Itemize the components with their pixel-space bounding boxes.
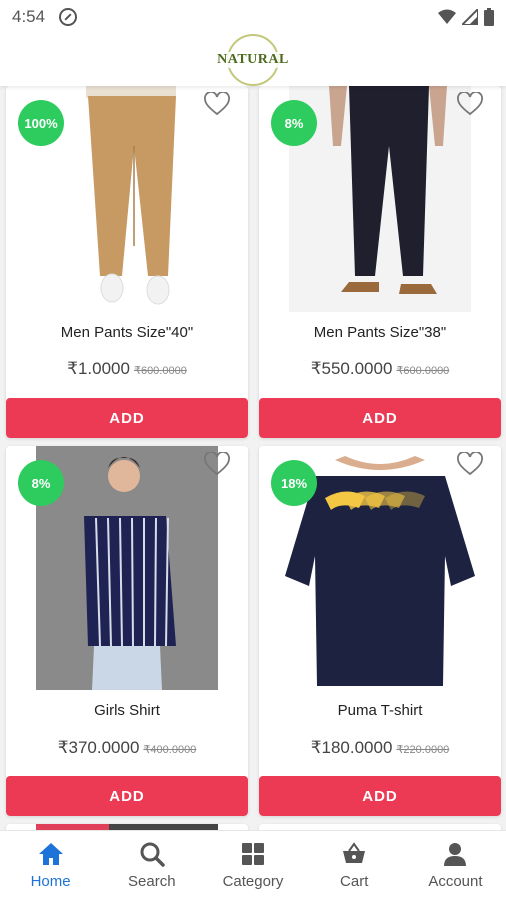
add-button[interactable]: ADD: [6, 398, 248, 438]
discount-badge: 18%: [271, 460, 317, 506]
product-title[interactable]: Puma T-shirt: [259, 702, 501, 719]
cart-icon: [343, 842, 366, 863]
search-icon: [140, 842, 165, 867]
product-mrp: ₹220.0000: [396, 744, 450, 756]
signal-icon: [462, 9, 478, 25]
wifi-icon: [438, 9, 456, 24]
nav-account[interactable]: Account: [405, 831, 506, 900]
nav-cart[interactable]: Cart: [304, 831, 405, 900]
home-icon: [38, 843, 63, 865]
product-price: ₹180.0000: [310, 738, 393, 757]
nav-category[interactable]: Category: [202, 831, 303, 900]
product-prices: ₹1.0000 ₹600.0000: [6, 359, 248, 379]
nav-label: Home: [30, 873, 71, 890]
account-icon: [444, 843, 467, 866]
product-price: ₹370.0000: [57, 738, 140, 757]
product-title[interactable]: Men Pants Size"40": [6, 324, 248, 341]
product-title[interactable]: Girls Shirt: [6, 702, 248, 719]
nav-search[interactable]: Search: [101, 831, 202, 900]
nav-label: Cart: [340, 873, 369, 890]
discount-badge: 8%: [271, 100, 317, 146]
status-icons: [438, 8, 494, 26]
nav-home[interactable]: Home: [0, 831, 101, 900]
product-prices: ₹370.0000 ₹400.0000: [6, 738, 248, 758]
category-icon: [242, 843, 264, 865]
add-button[interactable]: ADD: [259, 776, 501, 816]
product-title[interactable]: Men Pants Size"38": [259, 324, 501, 341]
product-card[interactable]: 8% Girls Shirt ₹370.0000 ₹400.0000 ADD: [6, 446, 248, 816]
product-prices: ₹180.0000 ₹220.0000: [259, 738, 501, 758]
app-header: NATURAL: [0, 34, 506, 86]
product-grid[interactable]: 100% Men Pants Size"40" ₹1.0000 ₹600.0000…: [0, 86, 506, 830]
nav-label: Category: [222, 873, 284, 890]
product-mrp: ₹600.0000: [133, 365, 187, 377]
product-price: ₹1.0000: [67, 359, 130, 378]
discount-badge: 100%: [18, 100, 64, 146]
product-mrp: ₹600.0000: [396, 365, 450, 377]
product-card[interactable]: 18% Puma T-shirt ₹180.0000 ₹220.0000 ADD: [259, 446, 501, 816]
status-time: 4:54: [12, 7, 46, 26]
nav-label: Account: [428, 873, 483, 890]
logo-text: NATURAL: [215, 52, 291, 68]
add-button[interactable]: ADD: [259, 398, 501, 438]
nav-label: Search: [128, 873, 176, 890]
wishlist-heart-icon[interactable]: [204, 92, 230, 116]
status-bar: 4:54: [0, 0, 506, 34]
wishlist-heart-icon[interactable]: [457, 92, 483, 116]
product-price: ₹550.0000: [310, 359, 393, 378]
wishlist-heart-icon[interactable]: [457, 452, 483, 476]
product-card[interactable]: 8% Men Pants Size"38" ₹550.0000 ₹600.0000…: [259, 86, 501, 438]
dnd-icon: [59, 8, 78, 26]
product-card[interactable]: 100% Men Pants Size"40" ₹1.0000 ₹600.0000…: [6, 86, 248, 438]
product-prices: ₹550.0000 ₹600.0000: [259, 359, 501, 379]
wishlist-heart-icon[interactable]: [204, 452, 230, 476]
add-button[interactable]: ADD: [6, 776, 248, 816]
natural-logo[interactable]: NATURAL: [215, 34, 291, 86]
discount-badge: 8%: [18, 460, 64, 506]
bottom-nav: Home Search Category Cart Account: [0, 830, 506, 900]
battery-icon: [484, 8, 494, 26]
product-mrp: ₹400.0000: [143, 744, 197, 756]
